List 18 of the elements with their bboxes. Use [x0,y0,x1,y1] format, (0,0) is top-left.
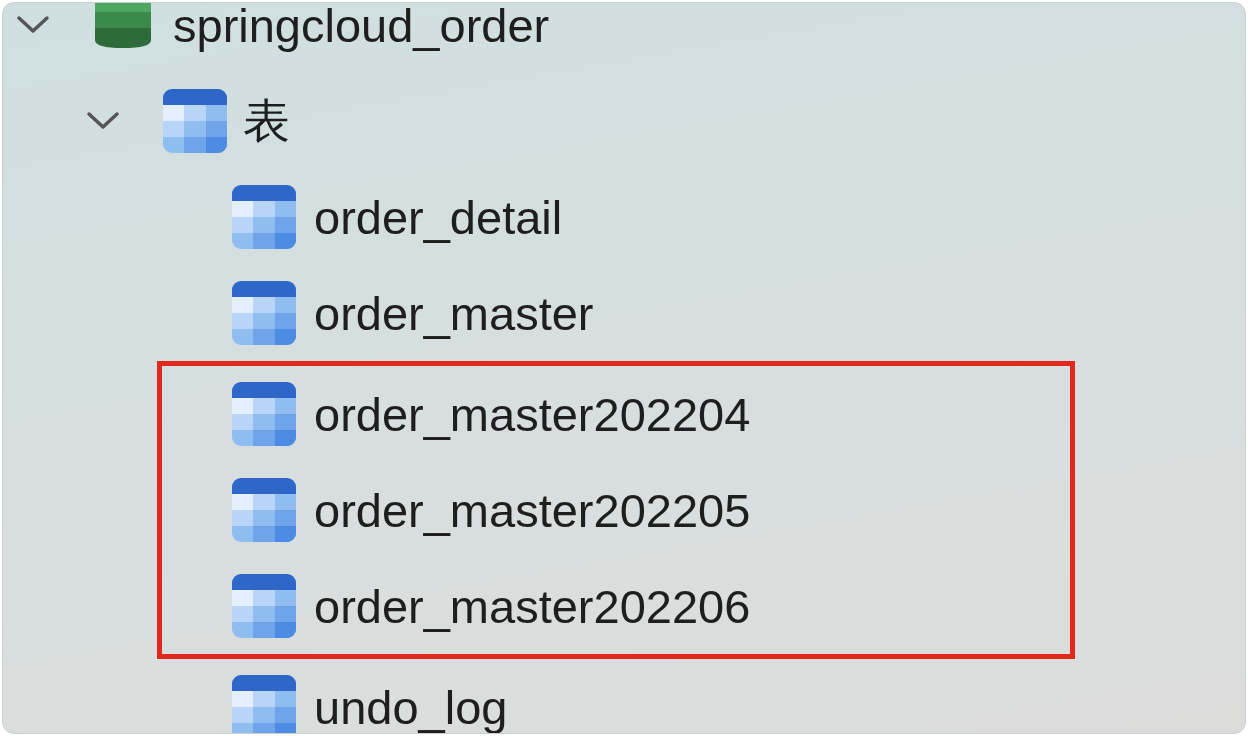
table-icon [232,478,296,542]
table-icon [232,574,296,638]
tree-item[interactable]: 表 [3,73,1245,169]
tree-item[interactable]: order_master202206 [162,558,1070,654]
tree-item[interactable]: order_master [162,265,1070,361]
chevron-icon[interactable] [86,111,120,131]
table-icon [232,382,296,446]
tree-item[interactable]: order_master202204 [162,366,1070,462]
table-icon [232,185,296,249]
table-icon [232,281,296,345]
tree-item[interactable]: order_master202205 [162,462,1070,558]
database-icon [95,3,151,50]
table-icon [163,89,227,153]
tree-item[interactable]: springcloud_order [3,3,1245,73]
tree-item[interactable]: undo_log [162,659,1070,733]
tree-item[interactable]: order_detail [162,169,1070,265]
chevron-icon[interactable] [16,15,50,35]
table-icon [232,675,296,733]
